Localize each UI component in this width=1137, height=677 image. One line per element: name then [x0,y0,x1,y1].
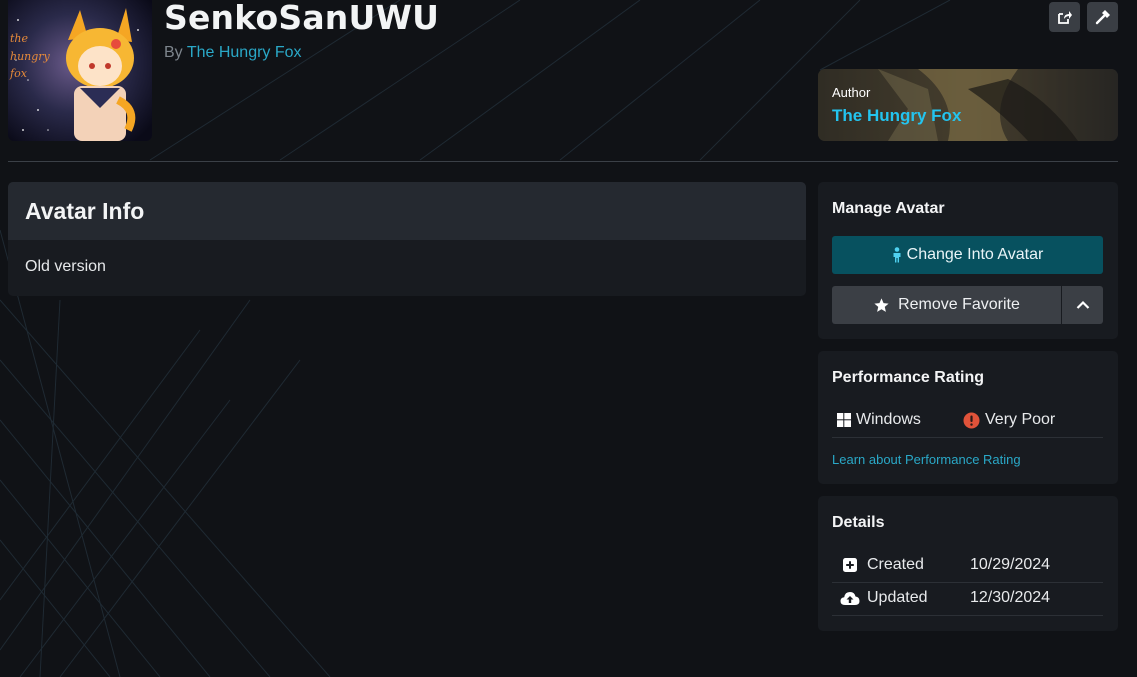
author-banner-image [818,69,1118,141]
remove-favorite-label: Remove Favorite [898,296,1020,313]
avatar-page: the hungry fox SenkoSanUWU By The Hungry… [0,0,1137,677]
page-title: SenkoSanUWU [164,0,440,37]
remove-favorite-button[interactable]: Remove Favorite [832,286,1061,324]
author-link[interactable]: The Hungry Fox [187,44,302,61]
author-card-name[interactable]: The Hungry Fox [832,106,961,126]
change-into-avatar-button[interactable]: Change Into Avatar [832,236,1103,274]
share-icon [1057,11,1072,24]
performance-title: Performance Rating [832,369,985,386]
person-icon [893,247,901,263]
change-into-avatar-label: Change Into Avatar [906,246,1044,263]
details-panel: Details Created 10/29/2024 Updated 12/30… [818,496,1118,631]
edit-button[interactable] [1087,2,1118,32]
warning-icon [958,412,985,429]
manage-avatar-title: Manage Avatar [832,200,945,217]
favorite-options-toggle[interactable] [1062,286,1103,324]
author-card-label: Author [832,85,871,100]
cloud-upload-icon [832,591,867,606]
detail-row-created: Created 10/29/2024 [832,556,1103,574]
star-icon [874,297,889,312]
windows-icon [832,413,856,427]
updated-label: Updated [867,589,928,606]
author-card[interactable]: Author The Hungry Fox [818,69,1118,141]
avatar-thumbnail: the hungry fox [8,0,152,141]
thumbnail-watermark: the hungry fox [10,32,50,81]
learn-performance-link[interactable]: Learn about Performance Rating [832,452,1021,467]
avatar-info-card: Avatar Info Old version [8,182,806,296]
created-value: 10/29/2024 [970,556,1051,573]
chevron-up-icon [1076,300,1089,309]
row-divider [832,615,1103,616]
plus-square-icon [832,558,867,572]
created-label: Created [867,556,924,573]
byline-prefix: By [164,44,183,61]
updated-value: 12/30/2024 [970,589,1051,606]
detail-row-updated: Updated 12/30/2024 [832,589,1103,607]
rating-value: Very Poor [985,411,1056,428]
manage-avatar-panel: Manage Avatar Change Into Avatar Remove … [818,182,1118,339]
performance-panel: Performance Rating Windows Very Poor Lea… [818,351,1118,484]
byline: By The Hungry Fox [164,44,302,62]
platform-label: Windows [856,411,921,428]
row-divider [832,437,1103,438]
header-divider [8,161,1118,162]
avatar-info-heading: Avatar Info [8,182,806,240]
performance-row: Windows Very Poor [832,411,1103,429]
share-button[interactable] [1049,2,1080,32]
row-divider [832,582,1103,583]
details-title: Details [832,514,885,531]
avatar-description: Old version [25,258,106,275]
hammer-icon [1095,10,1110,25]
